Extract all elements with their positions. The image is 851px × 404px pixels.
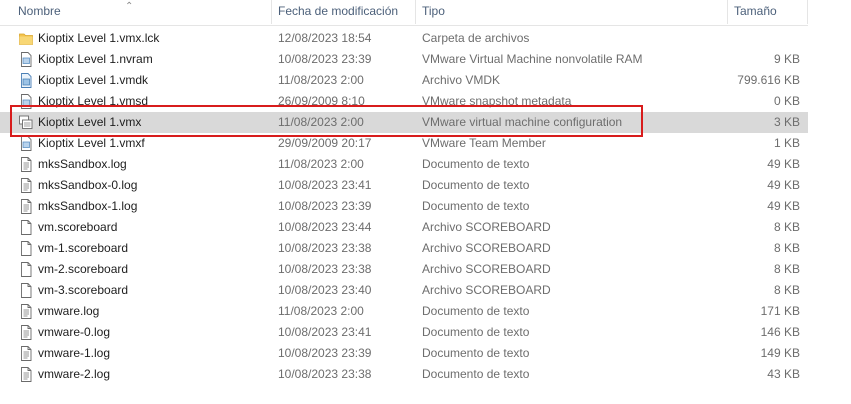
file-type: Documento de texto [422, 178, 530, 192]
file-size: 49 KB [767, 199, 800, 213]
blank-file-icon [19, 241, 33, 256]
file-size: 0 KB [773, 94, 800, 108]
file-modified-date: 10/08/2023 23:39 [278, 199, 372, 213]
vmdk-file-icon [19, 73, 33, 88]
column-header-type[interactable]: Tipo [422, 0, 445, 22]
file-type: Documento de texto [422, 157, 530, 171]
text-document-icon [19, 367, 33, 382]
text-document-icon [19, 157, 33, 172]
file-type: Documento de texto [422, 325, 530, 339]
file-row[interactable]: Kioptix Level 1.nvram 10/08/2023 23:39 VMw… [0, 49, 808, 70]
file-size: 799.616 KB [737, 73, 800, 87]
file-type: Archivo SCOREBOARD [422, 241, 551, 255]
file-row[interactable]: vmware.log 11/08/2023 2:00 Documento de te… [0, 301, 808, 322]
file-type: Carpeta de archivos [422, 31, 530, 45]
file-name: vmware-2.log [38, 367, 111, 381]
file-type: Archivo SCOREBOARD [422, 283, 551, 297]
file-size: 171 KB [760, 304, 800, 318]
file-type: Documento de texto [422, 346, 530, 360]
file-modified-date: 11/08/2023 2:00 [278, 157, 364, 171]
file-size: 8 KB [773, 283, 800, 297]
file-modified-date: 10/08/2023 23:38 [278, 241, 372, 255]
file-row[interactable]: vm-3.scoreboard 10/08/2023 23:40 Archivo S… [0, 280, 808, 301]
file-row[interactable]: Kioptix Level 1.vmdk 11/08/2023 2:00 Archi… [0, 70, 808, 91]
file-modified-date: 11/08/2023 2:00 [278, 73, 364, 87]
file-name: vmware-1.log [38, 346, 111, 360]
file-name: vm.scoreboard [38, 220, 118, 234]
blank-file-icon [19, 262, 33, 277]
file-name: Kioptix Level 1.vmx.lck [38, 31, 160, 45]
column-header-date[interactable]: Fecha de modificación [278, 0, 398, 22]
file-size: 8 KB [773, 220, 800, 234]
file-row[interactable]: vm.scoreboard 10/08/2023 23:44 Archivo SCO… [0, 217, 808, 238]
file-modified-date: 10/08/2023 23:39 [278, 52, 372, 66]
file-type: Documento de texto [422, 367, 530, 381]
file-modified-date: 10/08/2023 23:44 [278, 220, 372, 234]
column-header-name[interactable]: Nombre [18, 0, 61, 22]
file-row[interactable]: mksSandbox-1.log 10/08/2023 23:39 Document… [0, 196, 808, 217]
file-row[interactable]: mksSandbox.log 11/08/2023 2:00 Documento d… [0, 154, 808, 175]
text-document-icon [19, 178, 33, 193]
file-modified-date: 10/08/2023 23:38 [278, 262, 372, 276]
file-row[interactable]: vm-1.scoreboard 10/08/2023 23:38 Archivo S… [0, 238, 808, 259]
file-name: mksSandbox-1.log [38, 199, 138, 213]
folder-icon [19, 31, 33, 46]
file-modified-date: 10/08/2023 23:38 [278, 367, 372, 381]
file-name: vmware-0.log [38, 325, 111, 339]
file-size: 49 KB [767, 178, 800, 192]
file-size: 146 KB [760, 325, 800, 339]
file-type: Documento de texto [422, 199, 530, 213]
blank-file-icon [19, 283, 33, 298]
text-document-icon [19, 346, 33, 361]
file-size: 9 KB [773, 52, 800, 66]
file-type: Archivo SCOREBOARD [422, 262, 551, 276]
file-row[interactable]: vm-2.scoreboard 10/08/2023 23:38 Archivo S… [0, 259, 808, 280]
file-type: Archivo SCOREBOARD [422, 220, 551, 234]
file-name: vm-1.scoreboard [38, 241, 129, 255]
file-name: mksSandbox-0.log [38, 178, 138, 192]
vmware-team-icon [19, 136, 33, 151]
file-modified-date: 10/08/2023 23:39 [278, 346, 372, 360]
file-modified-date: 10/08/2023 23:41 [278, 325, 372, 339]
column-divider[interactable] [807, 0, 808, 24]
text-document-icon [19, 304, 33, 319]
column-header-bar: Nombre ⌃ Fecha de modificación Tipo Tama… [0, 0, 808, 26]
file-modified-date: 10/08/2023 23:41 [278, 178, 372, 192]
column-divider[interactable] [271, 0, 272, 24]
blank-file-icon [19, 220, 33, 235]
sort-chevron-up-icon: ⌃ [125, 1, 134, 12]
file-modified-date: 11/08/2023 2:00 [278, 304, 364, 318]
text-document-icon [19, 325, 33, 340]
file-name: Kioptix Level 1.vmdk [38, 73, 149, 87]
file-row[interactable]: vmware-1.log 10/08/2023 23:39 Documento de… [0, 343, 808, 364]
file-name: Kioptix Level 1.nvram [38, 52, 153, 66]
column-divider[interactable] [727, 0, 728, 24]
file-name: vm-3.scoreboard [38, 283, 129, 297]
file-type: VMware Virtual Machine nonvolatile RAM [422, 52, 643, 66]
file-name: vm-2.scoreboard [38, 262, 129, 276]
file-row[interactable]: vmware-2.log 10/08/2023 23:38 Documento de… [0, 364, 808, 385]
file-name: mksSandbox.log [38, 157, 127, 171]
annotation-highlight-box [10, 105, 643, 137]
text-document-icon [19, 199, 33, 214]
file-size: 149 KB [760, 346, 800, 360]
file-row[interactable]: Kioptix Level 1.vmx.lck 12/08/2023 18:54 C… [0, 28, 808, 49]
file-type: Documento de texto [422, 304, 530, 318]
file-modified-date: 10/08/2023 23:40 [278, 283, 372, 297]
file-row[interactable]: vmware-0.log 10/08/2023 23:41 Documento de… [0, 322, 808, 343]
file-size: 3 KB [773, 115, 800, 129]
column-divider[interactable] [415, 0, 416, 24]
file-type: Archivo VMDK [422, 73, 501, 87]
file-size: 49 KB [767, 157, 800, 171]
column-header-size[interactable]: Tamaño [734, 0, 777, 22]
file-name: vmware.log [38, 304, 100, 318]
file-size: 1 KB [773, 136, 800, 150]
file-modified-date: 12/08/2023 18:54 [278, 31, 372, 45]
vmware-nvram-icon [19, 52, 33, 67]
file-size: 8 KB [773, 241, 800, 255]
file-row[interactable]: mksSandbox-0.log 10/08/2023 23:41 Document… [0, 175, 808, 196]
file-list: Kioptix Level 1.vmx.lck 12/08/2023 18:54 C… [0, 28, 808, 385]
file-size: 43 KB [767, 367, 800, 381]
file-size: 8 KB [773, 262, 800, 276]
